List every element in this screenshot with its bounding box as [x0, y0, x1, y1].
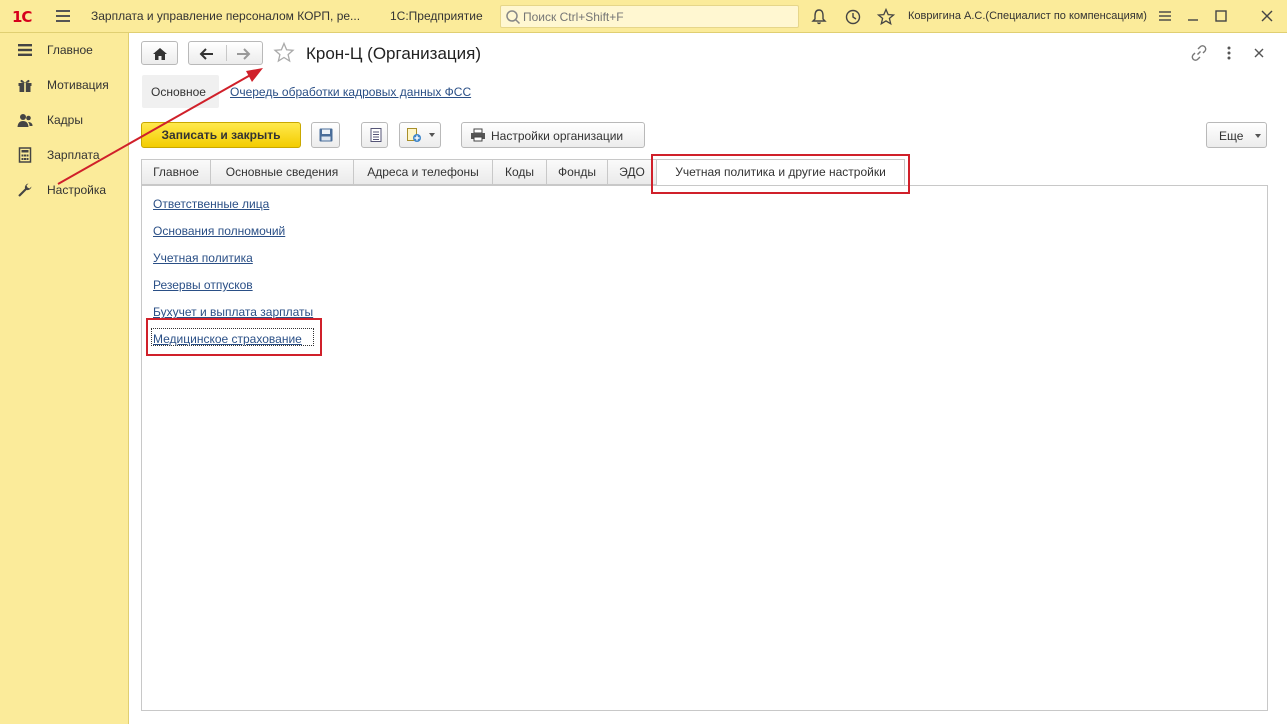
floppy-disk-icon: [319, 128, 333, 142]
sidebar-item-salary[interactable]: Зарплата: [0, 140, 128, 170]
payroll-accounting-link[interactable]: Бухучет и выплата зарплаты: [153, 305, 313, 319]
tab-addresses-phones[interactable]: Адреса и телефоны: [353, 159, 493, 185]
history-icon[interactable]: [843, 7, 863, 27]
calculator-icon: [18, 147, 32, 163]
maximize-icon[interactable]: [1211, 6, 1231, 26]
more-actions-icon[interactable]: [1220, 44, 1238, 62]
printer-icon: [471, 128, 485, 142]
sidebar-item-settings[interactable]: Настройка: [0, 175, 128, 205]
chevron-down-icon: [429, 133, 435, 137]
organization-settings-button[interactable]: Настройки организации: [461, 122, 645, 148]
sidebar-item-motivation[interactable]: Мотивация: [0, 70, 128, 100]
back-arrow-icon[interactable]: [199, 46, 215, 62]
current-user[interactable]: Ковригина А.С.(Специалист по компенсация…: [908, 10, 1147, 22]
page-title: Крон-Ц (Организация): [306, 44, 482, 63]
close-window-icon[interactable]: [1257, 6, 1277, 26]
tab-panel-accounting-policy: [141, 185, 1268, 711]
create-based-on-button[interactable]: [399, 122, 441, 148]
subtab-main[interactable]: Основное: [142, 75, 219, 108]
minimize-icon[interactable]: [1183, 6, 1203, 26]
sidebar-item-label: Мотивация: [47, 78, 109, 92]
authority-grounds-link[interactable]: Основания полномочий: [153, 224, 285, 238]
more-button[interactable]: Еще: [1206, 122, 1267, 148]
app-logo[interactable]: 1С: [12, 8, 32, 26]
subtab-main-label: Основное: [151, 85, 206, 99]
organization-settings-label: Настройки организации: [491, 129, 624, 143]
tab-edo[interactable]: ЭДО: [607, 159, 657, 185]
fss-queue-link[interactable]: Очередь обработки кадровых данных ФСС: [230, 85, 471, 99]
search-icon: [506, 10, 521, 25]
sidebar-item-label: Настройка: [47, 183, 107, 197]
report-button[interactable]: [361, 122, 388, 148]
chevron-down-icon: [1255, 134, 1261, 138]
forward-arrow-icon[interactable]: [235, 46, 251, 62]
search-input[interactable]: [523, 8, 793, 25]
close-form-icon[interactable]: [1250, 44, 1268, 62]
settings-menu-icon[interactable]: [1155, 6, 1175, 26]
global-search[interactable]: [500, 5, 799, 28]
gift-icon: [18, 79, 32, 92]
highlight-medical-insurance: [146, 318, 322, 356]
highlight-active-tab: [651, 154, 910, 194]
document-create-icon: [407, 128, 421, 142]
accounting-policy-link[interactable]: Учетная политика: [153, 251, 253, 265]
responsible-persons-link[interactable]: Ответственные лица: [153, 197, 269, 211]
top-bar: 1С Зарплата и управление персоналом КОРП…: [0, 0, 1287, 33]
sections-panel: Главное Мотивация Кадры Зарплата Настрой…: [0, 33, 129, 724]
more-label: Еще: [1219, 129, 1244, 143]
save-button[interactable]: [311, 122, 340, 148]
wrench-icon: [18, 183, 32, 197]
link-icon[interactable]: [1190, 44, 1208, 62]
home-button[interactable]: [141, 41, 178, 65]
star-icon[interactable]: [272, 41, 296, 65]
favorites-icon[interactable]: [876, 7, 896, 27]
tab-basic-info[interactable]: Основные сведения: [210, 159, 354, 185]
document-list-icon: [370, 128, 382, 142]
main-menu-icon[interactable]: [56, 10, 70, 22]
form-window: Крон-Ц (Организация) Основное Очередь об…: [129, 33, 1287, 724]
vacation-reserves-link[interactable]: Резервы отпусков: [153, 278, 253, 292]
hamburger-icon: [18, 44, 32, 56]
people-icon: [17, 114, 33, 127]
app-title: Зарплата и управление персоналом КОРП, р…: [91, 9, 361, 23]
save-and-close-button[interactable]: Записать и закрыть: [141, 122, 301, 148]
tab-codes[interactable]: Коды: [492, 159, 547, 185]
sidebar-item-personnel[interactable]: Кадры: [0, 105, 128, 135]
sidebar-item-main[interactable]: Главное: [0, 35, 128, 65]
platform-name: 1С:Предприятие: [390, 9, 483, 23]
home-icon: [153, 48, 167, 60]
sidebar-item-label: Кадры: [47, 113, 83, 127]
sidebar-item-label: Зарплата: [47, 148, 100, 162]
sidebar-item-label: Главное: [47, 43, 93, 57]
tab-funds[interactable]: Фонды: [546, 159, 608, 185]
tab-main[interactable]: Главное: [141, 159, 211, 185]
history-navigation: [188, 41, 263, 65]
bell-icon[interactable]: [809, 7, 829, 27]
